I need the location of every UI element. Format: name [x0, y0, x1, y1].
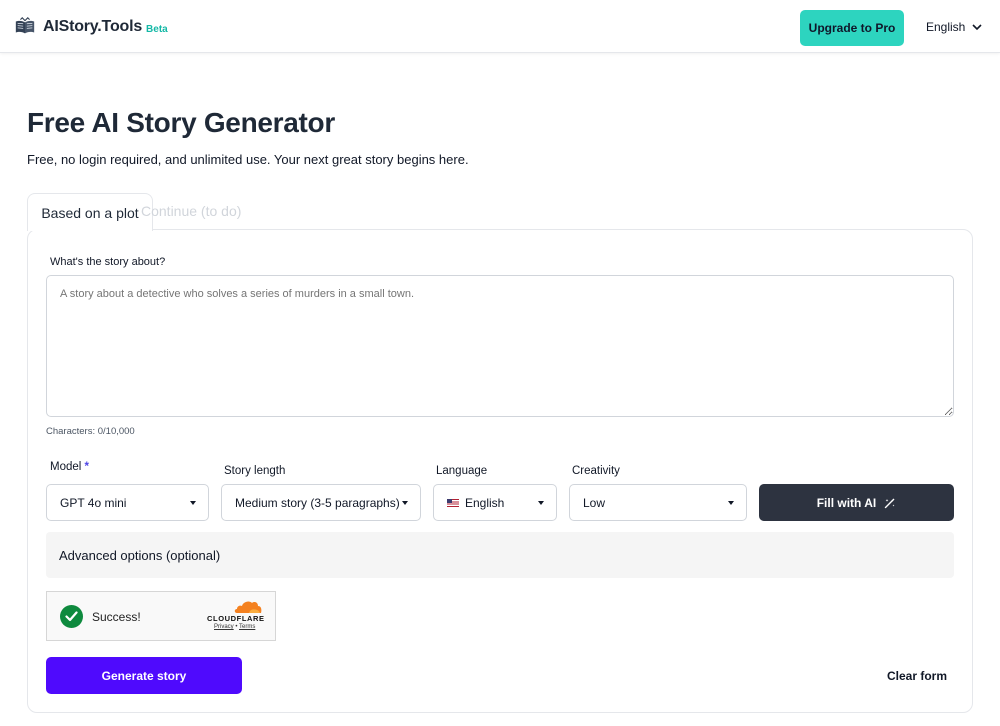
- advanced-options-toggle[interactable]: Advanced options (optional): [46, 532, 954, 578]
- advanced-options-label: Advanced options (optional): [59, 547, 221, 563]
- link-separator: •: [235, 624, 238, 630]
- model-select[interactable]: GPT 4o mini: [46, 484, 209, 521]
- generate-story-button[interactable]: Generate story: [46, 657, 242, 694]
- open-book-icon: [15, 17, 35, 34]
- fill-with-ai-button[interactable]: Fill with AI: [759, 484, 954, 521]
- captcha-links: Privacy • Terms: [214, 624, 255, 630]
- caret-down-icon: [538, 501, 544, 505]
- upgrade-button[interactable]: Upgrade to Pro: [800, 10, 904, 46]
- captcha-widget[interactable]: Success! CLOUDFLARE Privacy • Terms: [46, 591, 276, 641]
- story-length-label: Story length: [224, 465, 286, 477]
- language-label: Language: [436, 465, 488, 477]
- us-flag-icon: [447, 498, 459, 507]
- tab-based-on-plot[interactable]: Based on a plot: [27, 193, 153, 231]
- fill-with-ai-label: Fill with AI: [816, 495, 877, 510]
- caret-down-icon: [402, 501, 408, 505]
- caret-down-icon: [728, 501, 734, 505]
- brand-logo[interactable]: AIStory.Tools Beta: [14, 16, 168, 38]
- brand-name: AIStory.Tools: [43, 18, 143, 35]
- model-label-text: Model: [50, 461, 82, 473]
- language-select[interactable]: English: [433, 484, 557, 521]
- story-label: What's the story about?: [50, 256, 166, 268]
- tab-continue[interactable]: Continue (to do): [141, 203, 241, 219]
- story-length-select[interactable]: Medium story (3-5 paragraphs): [221, 484, 421, 521]
- captcha-status: Success!: [92, 610, 141, 624]
- check-icon: [60, 605, 83, 628]
- model-select-value: GPT 4o mini: [60, 495, 127, 510]
- page-subtitle: Free, no login required, and unlimited u…: [27, 152, 469, 167]
- page-title: Free AI Story Generator: [27, 107, 335, 138]
- creativity-select-value: Low: [583, 495, 606, 510]
- chevron-down-icon: [972, 23, 982, 30]
- required-mark: *: [84, 461, 90, 473]
- language-switcher[interactable]: English: [926, 20, 982, 34]
- language-select-value: English: [465, 495, 505, 510]
- cloudflare-logo: CLOUDFLARE: [207, 614, 265, 623]
- creativity-select[interactable]: Low: [569, 484, 747, 521]
- terms-link[interactable]: Terms: [239, 624, 255, 630]
- cloudflare-cloud-icon: [234, 601, 262, 613]
- story-input[interactable]: [46, 275, 954, 417]
- beta-badge: Beta: [146, 23, 168, 35]
- privacy-link[interactable]: Privacy: [214, 624, 234, 630]
- model-label: Model *: [50, 461, 89, 473]
- caret-down-icon: [190, 501, 196, 505]
- story-length-select-value: Medium story (3-5 paragraphs): [235, 495, 400, 510]
- magic-wand-icon: [885, 498, 895, 508]
- top-nav: AIStory.Tools Beta Upgrade to Pro Englis…: [0, 0, 1000, 53]
- creativity-label: Creativity: [572, 465, 620, 477]
- character-count: Characters: 0/10,000: [46, 426, 135, 437]
- clear-form-button[interactable]: Clear form: [887, 669, 947, 683]
- language-switcher-label: English: [926, 20, 966, 34]
